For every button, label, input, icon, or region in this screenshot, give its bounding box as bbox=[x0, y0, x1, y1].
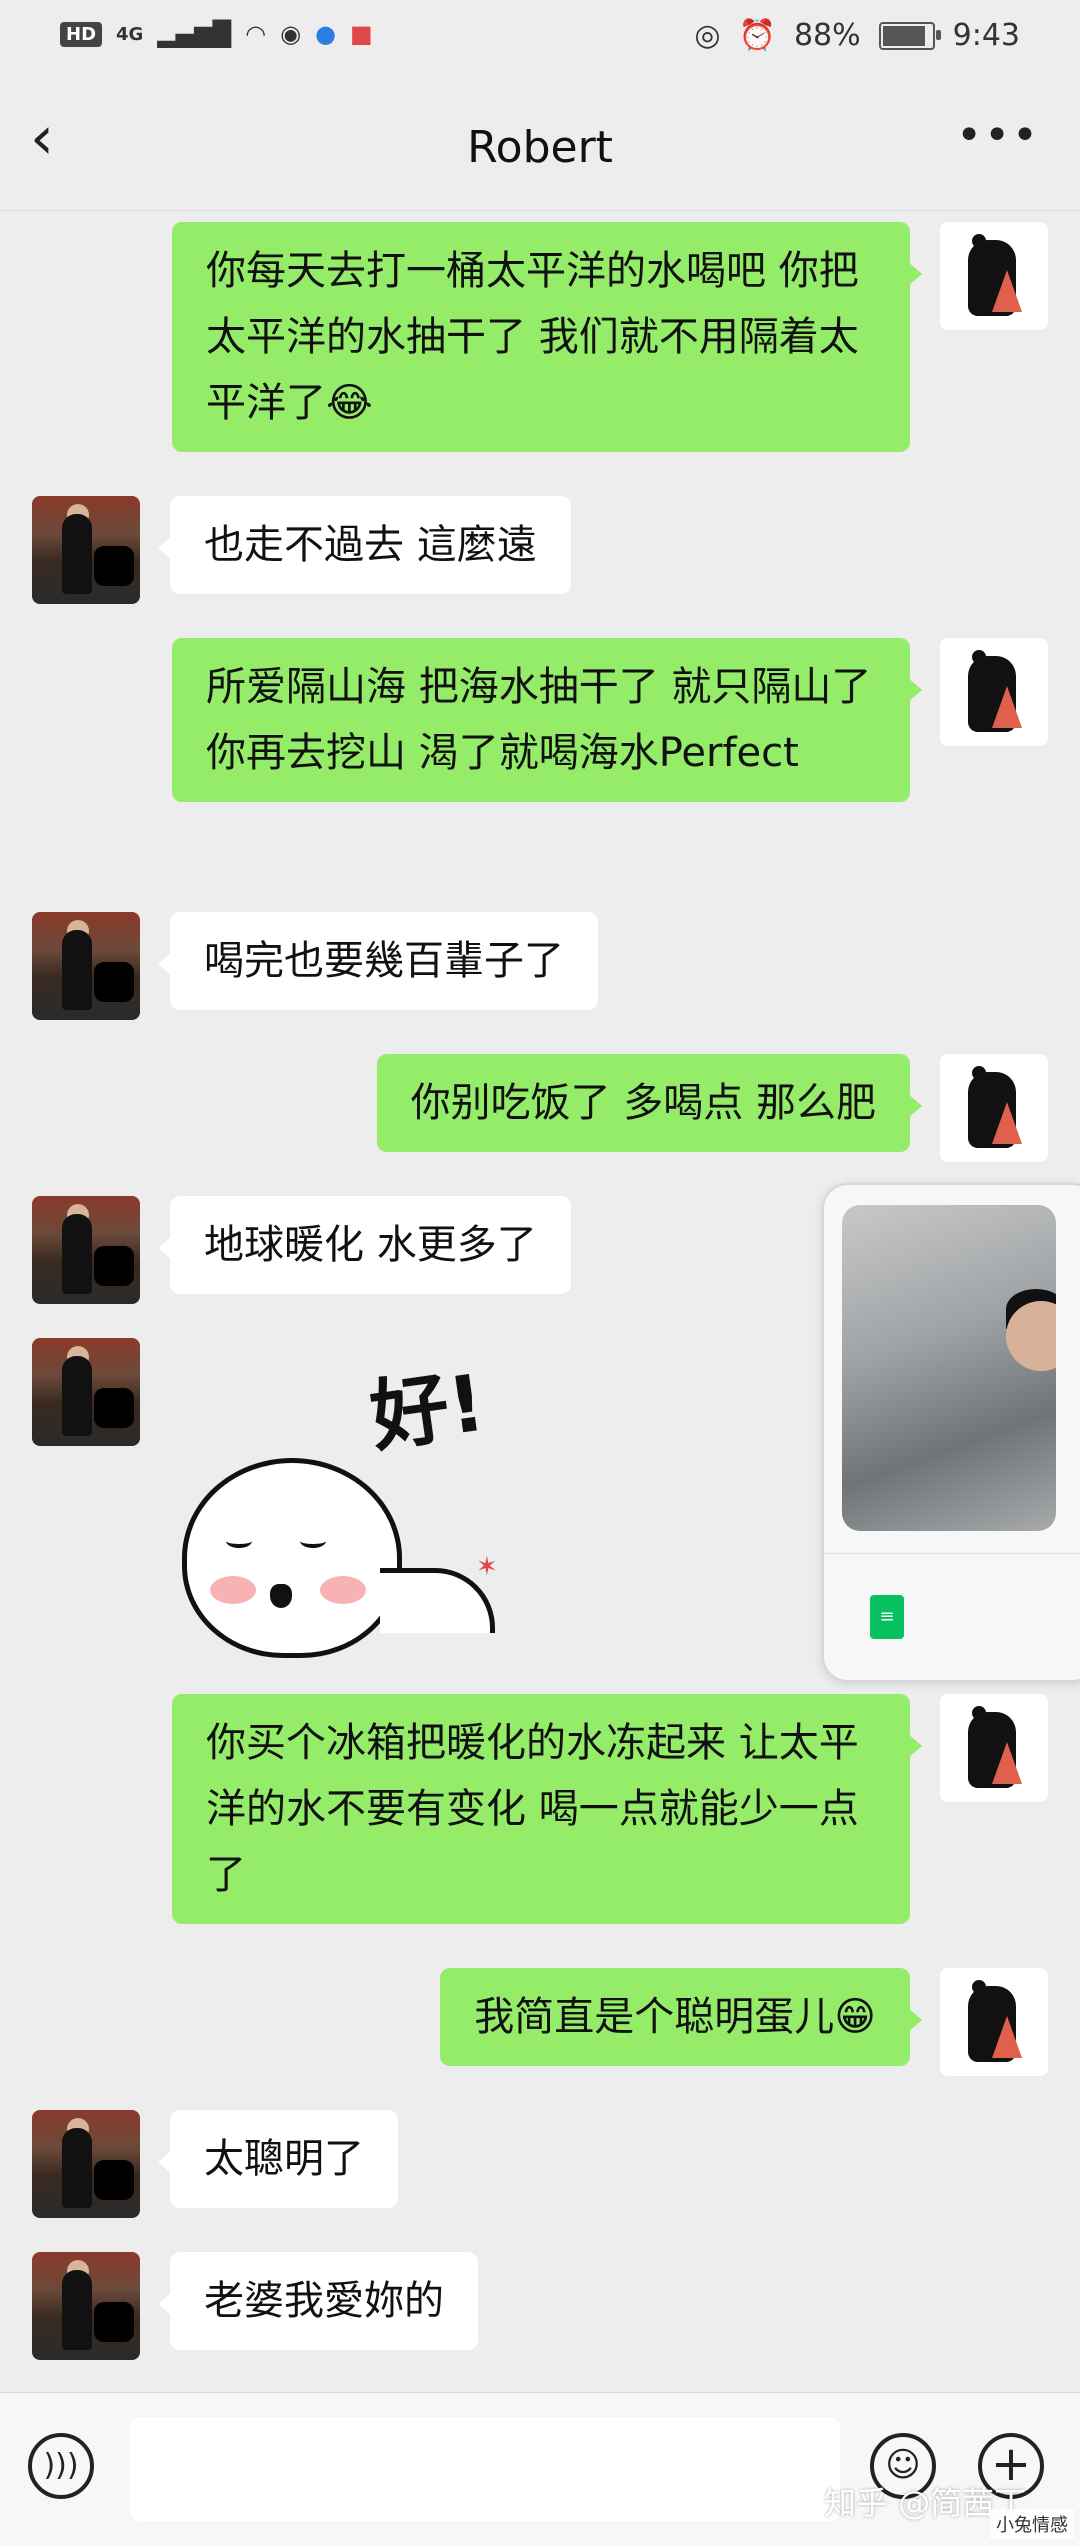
robert-avatar[interactable] bbox=[32, 912, 140, 1020]
sticker-face bbox=[182, 1458, 402, 1658]
message-bubble-in[interactable]: 地球暖化 水更多了 bbox=[158, 1196, 571, 1294]
robert-avatar[interactable] bbox=[32, 2252, 140, 2360]
status-bar: HD 4G ▂▄▆█ ◠ ◉ ● ■ ◎ ⏰ 88% 9:43 bbox=[0, 0, 1080, 80]
signal-icon: ▂▄▆█ bbox=[157, 20, 232, 48]
video-preview[interactable] bbox=[842, 1205, 1056, 1531]
more-icon: ••• bbox=[956, 110, 1040, 161]
chat-title: Robert bbox=[467, 122, 613, 173]
sticker-message[interactable]: 好! ✶ bbox=[170, 1338, 510, 1668]
my-avatar[interactable] bbox=[940, 638, 1048, 746]
voice-icon: ))) bbox=[43, 2448, 79, 2483]
message-bubble-out[interactable]: 你每天去打一桶太平洋的水喝吧 你把太平洋的水抽干了 我们就不用隔着太平洋了😂 bbox=[172, 222, 922, 452]
floating-video-window[interactable]: ≡ bbox=[822, 1183, 1080, 1682]
document-icon[interactable]: ≡ bbox=[870, 1595, 904, 1639]
robert-avatar[interactable] bbox=[32, 2110, 140, 2218]
eye-icon: ◎ bbox=[694, 18, 721, 53]
message-bubble-out[interactable]: 你买个冰箱把暖化的水冻起来 让太平洋的水不要有变化 喝一点就能少一点了 bbox=[172, 1694, 922, 1924]
status-left: HD 4G ▂▄▆█ ◠ ◉ ● ■ bbox=[60, 20, 373, 48]
wechat-icon: ◉ bbox=[280, 20, 302, 48]
network-type: 4G bbox=[116, 23, 144, 45]
clock: 9:43 bbox=[952, 18, 1020, 53]
robert-avatar[interactable] bbox=[32, 496, 140, 604]
sparkle-icon: ✶ bbox=[476, 1552, 498, 1582]
message-bubble-out[interactable]: 所爱隔山海 把海水抽干了 就只隔山了 你再去挖山 渴了就喝海水Perfect bbox=[172, 638, 922, 802]
message-bubble-in[interactable]: 也走不過去 這麼遠 bbox=[158, 496, 571, 594]
message-bubble-out[interactable]: 你别吃饭了 多喝点 那么肥 bbox=[376, 1054, 923, 1152]
my-avatar[interactable] bbox=[940, 1054, 1048, 1162]
status-right: ◎ ⏰ 88% 9:43 bbox=[694, 18, 1020, 53]
robert-avatar[interactable] bbox=[32, 1338, 140, 1446]
message-bubble-out[interactable]: 我简直是个聪明蛋儿😁 bbox=[440, 1968, 922, 2066]
robert-avatar[interactable] bbox=[32, 1196, 140, 1304]
hd-badge: HD bbox=[60, 21, 103, 47]
alarm-icon: ⏰ bbox=[738, 18, 776, 53]
chat-header: ‹ Robert ••• bbox=[0, 80, 1080, 211]
my-avatar[interactable] bbox=[940, 222, 1048, 330]
voice-button[interactable]: ))) bbox=[28, 2433, 94, 2499]
message-bubble-in[interactable]: 喝完也要幾百輩子了 bbox=[158, 912, 598, 1010]
sticker-text: 好! bbox=[365, 1358, 491, 1464]
message-bubble-in[interactable]: 太聰明了 bbox=[158, 2110, 398, 2208]
battery-icon bbox=[878, 21, 941, 50]
more-button[interactable]: ••• bbox=[956, 110, 1040, 161]
app-icon: ■ bbox=[350, 20, 373, 48]
message-input[interactable] bbox=[130, 2417, 840, 2521]
site-watermark: 小兔情感 bbox=[990, 2509, 1074, 2539]
battery-percent: 88% bbox=[793, 18, 861, 53]
message-bubble-in[interactable]: 老婆我愛妳的 bbox=[158, 2252, 478, 2350]
browser-icon: ● bbox=[315, 20, 337, 48]
wifi-icon: ◠ bbox=[245, 20, 267, 48]
my-avatar[interactable] bbox=[940, 1968, 1048, 2076]
my-avatar[interactable] bbox=[940, 1694, 1048, 1802]
